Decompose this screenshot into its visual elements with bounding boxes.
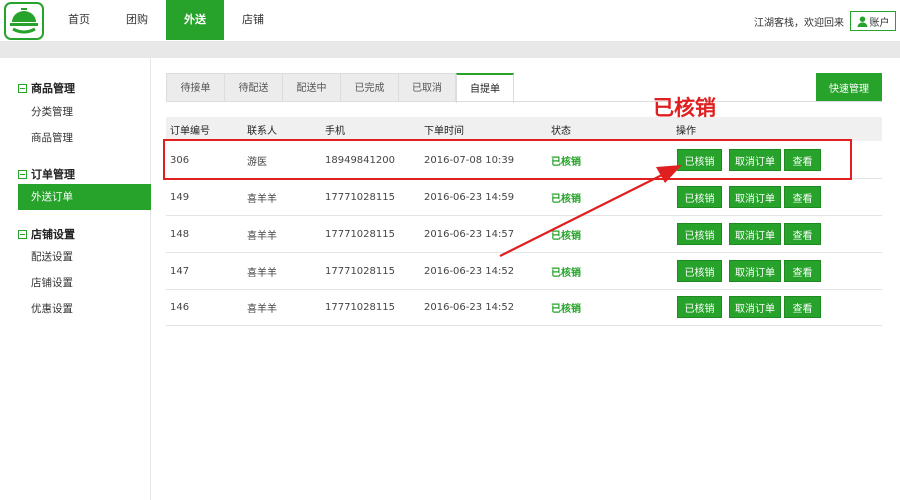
sidebar: 商品管理 分类管理 商品管理 订单管理 外送订单 店铺设置 配送设置 店铺设置 … [0,58,151,500]
sidebar-group-store-settings[interactable]: 店铺设置 [18,226,75,242]
user-icon [856,15,868,27]
view-button[interactable]: 查看 [784,149,821,171]
account-button[interactable]: 账户 [850,11,896,31]
cell-order-id: 148 [170,228,190,240]
col-phone: 手机 [325,125,345,137]
order-status-tabs: 待接单 待配送 配送中 已完成 已取消 自提单 [166,73,514,103]
sidebar-group-label: 店铺设置 [31,228,75,241]
main-nav: 首页 团购 外送 店铺 [50,0,282,40]
header-divider-band [0,42,900,58]
cell-order-time: 2016-06-23 14:59 [424,191,515,203]
table-row: 148 喜羊羊 17771028115 2016-06-23 14:57 已核销… [166,216,882,253]
tab-pending-delivery[interactable]: 待配送 [224,73,282,102]
view-button[interactable]: 查看 [784,223,821,245]
cell-status: 已核销 [551,156,581,168]
collapse-icon [18,169,27,179]
nav-group-buy[interactable]: 团购 [108,0,166,40]
nav-delivery[interactable]: 外送 [166,0,224,40]
cancel-order-button[interactable]: 取消订单 [729,186,781,208]
cell-order-id: 306 [170,154,190,166]
cell-order-id: 146 [170,301,190,313]
logo-icon[interactable] [4,2,44,40]
sidebar-item-store-settings[interactable]: 店铺设置 [18,270,151,296]
tab-completed[interactable]: 已完成 [340,73,398,102]
account-label: 账户 [869,17,890,29]
cancel-order-button[interactable]: 取消订单 [729,296,781,318]
cancel-order-button[interactable]: 取消订单 [729,149,781,171]
verified-button[interactable]: 已核销 [677,186,722,208]
nav-store[interactable]: 店铺 [224,0,282,40]
col-order-time: 下单时间 [424,125,464,137]
sidebar-item-categories[interactable]: 分类管理 [18,99,151,125]
verified-button[interactable]: 已核销 [677,149,722,171]
table-row: 147 喜羊羊 17771028115 2016-06-23 14:52 已核销… [166,253,882,290]
cell-status: 已核销 [551,303,581,315]
cancel-order-button[interactable]: 取消订单 [729,260,781,282]
tab-pending-accept[interactable]: 待接单 [166,73,224,102]
cancel-order-button[interactable]: 取消订单 [729,223,781,245]
cell-contact: 游医 [247,156,267,168]
annotation-label: 已核销 [653,96,716,120]
table-row: 146 喜羊羊 17771028115 2016-06-23 14:52 已核销… [166,289,882,326]
view-button[interactable]: 查看 [784,296,821,318]
cell-order-time: 2016-07-08 10:39 [424,154,515,166]
tab-divider [166,101,882,102]
col-status: 状态 [551,125,571,137]
nav-home[interactable]: 首页 [50,0,108,40]
collapse-icon [18,83,27,93]
sidebar-group-label: 订单管理 [31,168,75,181]
verified-button[interactable]: 已核销 [677,296,722,318]
cell-status: 已核销 [551,193,581,205]
top-bar: 首页 团购 外送 店铺 江湖客栈，欢迎回来 账户 [0,0,900,42]
table-row: 149 喜羊羊 17771028115 2016-06-23 14:59 已核销… [166,179,882,216]
table-row: 306 游医 18949841200 2016-07-08 10:39 已核销 … [166,142,882,179]
cell-phone: 17771028115 [325,265,395,277]
cell-contact: 喜羊羊 [247,267,277,279]
quick-manage-button[interactable]: 快速管理 [816,73,882,101]
view-button[interactable]: 查看 [784,260,821,282]
sidebar-group-orders[interactable]: 订单管理 [18,166,75,182]
tab-delivering[interactable]: 配送中 [282,73,340,102]
cell-status: 已核销 [551,230,581,242]
welcome-text: 江湖客栈，欢迎回来 [754,18,844,29]
cell-order-id: 149 [170,191,190,203]
cell-order-id: 147 [170,265,190,277]
tab-cancelled[interactable]: 已取消 [398,73,456,102]
sidebar-group-label: 商品管理 [31,82,75,95]
sidebar-item-delivery-orders[interactable]: 外送订单 [18,184,151,210]
cell-status: 已核销 [551,267,581,279]
cell-contact: 喜羊羊 [247,193,277,205]
cell-phone: 17771028115 [325,301,395,313]
col-contact: 联系人 [247,125,277,137]
cell-order-time: 2016-06-23 14:52 [424,265,515,277]
cell-order-time: 2016-06-23 14:52 [424,301,515,313]
col-order-id: 订单编号 [170,125,210,137]
sidebar-item-discount-settings[interactable]: 优惠设置 [18,296,151,322]
tab-self-pickup[interactable]: 自提单 [456,73,514,103]
view-button[interactable]: 查看 [784,186,821,208]
table-header: 订单编号 联系人 手机 下单时间 状态 操作 [166,117,882,141]
cell-phone: 17771028115 [325,228,395,240]
verified-button[interactable]: 已核销 [677,223,722,245]
collapse-icon [18,229,27,239]
sidebar-item-products[interactable]: 商品管理 [18,125,151,151]
cell-order-time: 2016-06-23 14:57 [424,228,515,240]
cell-phone: 18949841200 [325,154,395,166]
cell-phone: 17771028115 [325,191,395,203]
sidebar-group-product[interactable]: 商品管理 [18,80,75,96]
cell-contact: 喜羊羊 [247,230,277,242]
verified-button[interactable]: 已核销 [677,260,722,282]
sidebar-item-delivery-settings[interactable]: 配送设置 [18,244,151,270]
cell-contact: 喜羊羊 [247,303,277,315]
